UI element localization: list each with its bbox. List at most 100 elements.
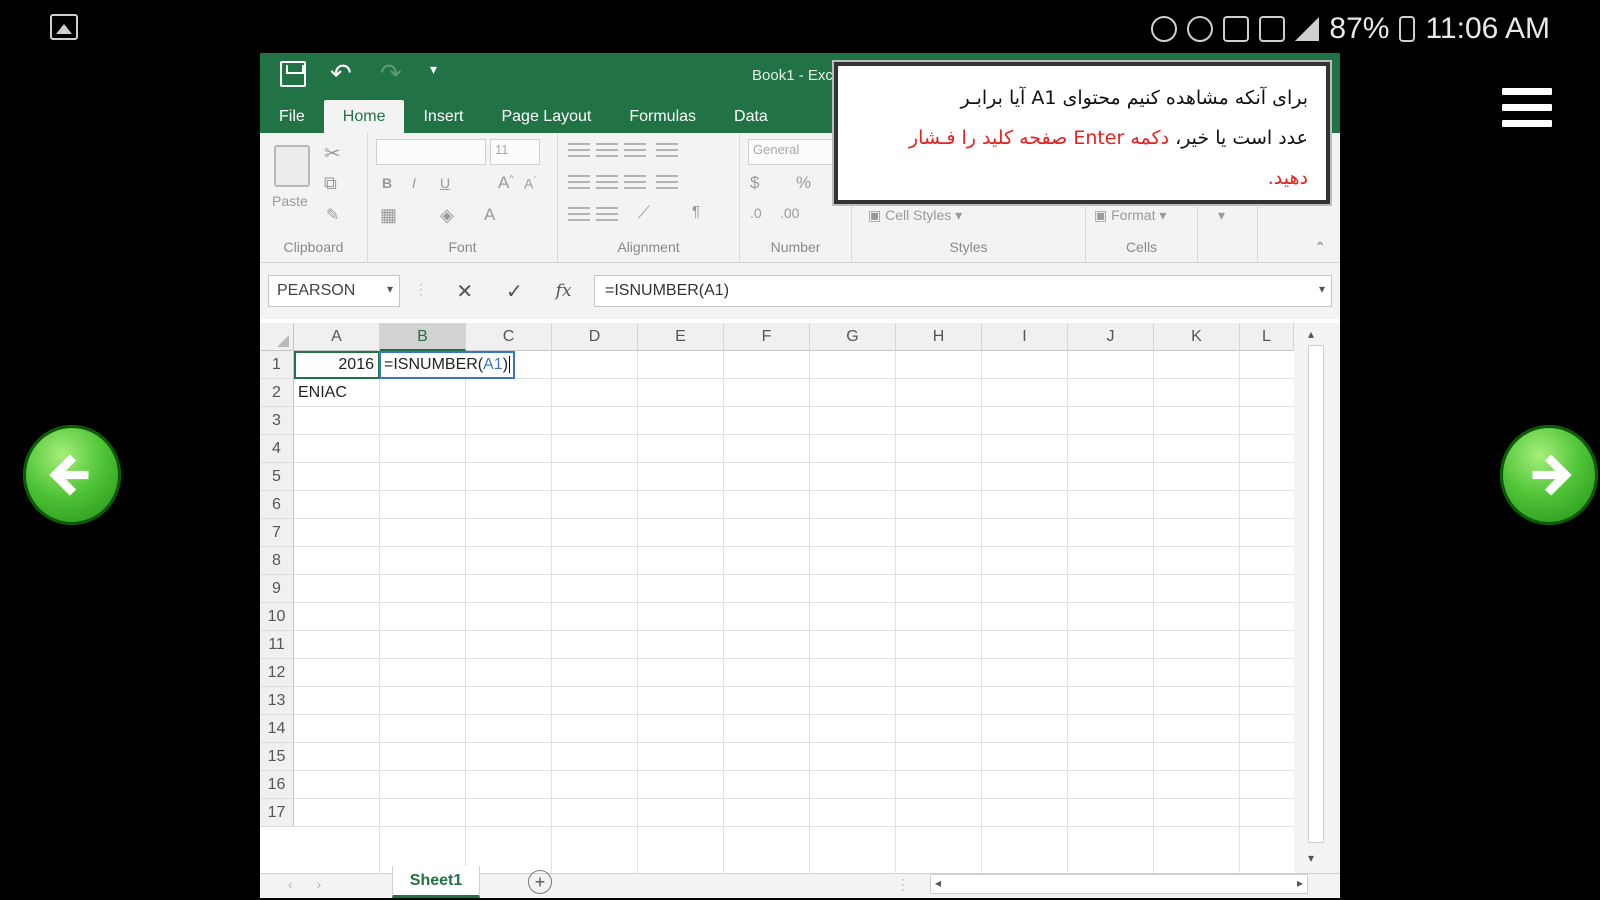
row-header-8[interactable]: 8 — [260, 547, 294, 575]
font-size-field[interactable]: 11 — [490, 139, 540, 165]
percent-style-button[interactable]: % — [796, 173, 811, 193]
expand-formula-bar-icon[interactable]: ▾ — [1319, 282, 1325, 296]
cancel-icon[interactable]: ✕ — [456, 279, 473, 304]
format-button[interactable]: ▣ Format ▾ — [1094, 207, 1166, 224]
enter-icon[interactable]: ✓ — [506, 279, 523, 304]
paste-icon[interactable] — [274, 145, 310, 187]
scroll-down-icon[interactable]: ▾ — [1308, 851, 1314, 865]
row-header-6[interactable]: 6 — [260, 491, 294, 519]
row-header-11[interactable]: 11 — [260, 631, 294, 659]
format-painter-icon[interactable]: ✎ — [326, 205, 339, 225]
row-header-16[interactable]: 16 — [260, 771, 294, 799]
copy-icon[interactable]: ⧉ — [324, 173, 337, 194]
column-header-h[interactable]: H — [896, 323, 982, 351]
merge-cells-icon[interactable] — [656, 175, 678, 189]
column-header-e[interactable]: E — [638, 323, 724, 351]
tab-insert[interactable]: Insert — [404, 100, 482, 133]
tab-formulas[interactable]: Formulas — [610, 100, 715, 133]
previous-arrow-icon[interactable] — [23, 425, 121, 525]
shrink-font-icon[interactable]: Aˇ — [524, 175, 536, 192]
column-header-g[interactable]: G — [810, 323, 896, 351]
font-color-icon[interactable]: A — [484, 205, 495, 225]
sheet-tab-sheet1[interactable]: Sheet1 — [392, 866, 480, 898]
tab-splitter-icon[interactable]: ⋮ — [896, 876, 910, 893]
name-box[interactable]: PEARSON ▾ — [268, 275, 400, 307]
vertical-scrollbar[interactable]: ▴ ▾ — [1294, 323, 1340, 873]
row-header-17[interactable]: 17 — [260, 799, 294, 827]
cell-a1[interactable]: 2016 — [294, 351, 380, 379]
align-right-icon[interactable] — [624, 175, 646, 189]
tab-file[interactable]: File — [260, 100, 324, 133]
row-header-3[interactable]: 3 — [260, 407, 294, 435]
top-align-icon[interactable] — [568, 143, 590, 157]
editing-dropdown-icon[interactable]: ▾ — [1218, 207, 1225, 224]
column-header-l[interactable]: L — [1240, 323, 1294, 351]
name-box-dropdown-icon[interactable]: ▾ — [387, 282, 393, 296]
orientation-icon[interactable]: ⟋ — [638, 203, 650, 223]
decrease-decimal-icon[interactable]: .00 — [780, 205, 799, 221]
redo-icon[interactable] — [380, 61, 406, 87]
column-header-c[interactable]: C — [466, 323, 552, 351]
wrap-text-icon[interactable] — [656, 143, 678, 157]
undo-icon[interactable] — [330, 61, 356, 87]
worksheet-grid[interactable]: A B C D E F G H I J K L 1 2 3 4 5 6 7 8 9 10 11 12 1… — [260, 323, 1326, 873]
column-header-i[interactable]: I — [982, 323, 1068, 351]
formula-bar[interactable]: =ISNUMBER(A1) ▾ — [594, 275, 1332, 307]
font-name-field[interactable] — [376, 139, 486, 165]
column-header-b[interactable]: B — [380, 323, 466, 351]
bottom-align-icon[interactable] — [624, 143, 646, 157]
bold-button[interactable]: B — [382, 175, 392, 191]
save-icon[interactable] — [280, 61, 306, 87]
hamburger-menu-icon[interactable] — [1502, 88, 1552, 128]
column-header-a[interactable]: A — [294, 323, 380, 351]
row-header-13[interactable]: 13 — [260, 687, 294, 715]
scroll-left-icon[interactable]: ◂ — [935, 876, 941, 890]
cell-a2[interactable]: ENIAC — [298, 379, 347, 407]
cell-b1[interactable]: =ISNUMBER(A1) — [379, 351, 515, 379]
scroll-right-icon[interactable]: ▸ — [1297, 876, 1303, 890]
number-format-field[interactable]: General — [748, 139, 844, 165]
fill-color-icon[interactable]: ◈ — [440, 205, 454, 226]
borders-icon[interactable]: ▦ — [380, 205, 397, 226]
horizontal-scrollbar[interactable]: ◂ ▸ — [930, 874, 1308, 894]
customize-toolbar-icon[interactable] — [430, 61, 456, 87]
select-all-icon[interactable] — [260, 323, 294, 351]
column-header-k[interactable]: K — [1154, 323, 1240, 351]
text-direction-icon[interactable]: ¶ — [692, 203, 700, 220]
align-left-icon[interactable] — [568, 175, 590, 189]
italic-button[interactable]: I — [412, 175, 416, 191]
underline-button[interactable]: U — [440, 175, 450, 191]
cell-styles-button[interactable]: ▣ Cell Styles ▾ — [868, 207, 962, 224]
decrease-indent-icon[interactable] — [568, 207, 590, 221]
vertical-scroll-track[interactable] — [1308, 345, 1324, 843]
row-header-5[interactable]: 5 — [260, 463, 294, 491]
tab-home[interactable]: Home — [323, 100, 405, 133]
row-header-9[interactable]: 9 — [260, 575, 294, 603]
column-header-j[interactable]: J — [1068, 323, 1154, 351]
add-sheet-icon[interactable]: + — [528, 870, 552, 894]
scroll-up-icon[interactable]: ▴ — [1308, 327, 1314, 341]
row-header-12[interactable]: 12 — [260, 659, 294, 687]
insert-function-icon[interactable]: fx — [556, 281, 572, 301]
increase-decimal-icon[interactable]: .0 — [750, 205, 762, 221]
row-header-7[interactable]: 7 — [260, 519, 294, 547]
grow-font-icon[interactable]: A^ — [498, 173, 514, 193]
row-header-14[interactable]: 14 — [260, 715, 294, 743]
sheet-nav-arrows-icon[interactable]: ‹› — [288, 876, 345, 892]
column-header-f[interactable]: F — [724, 323, 810, 351]
row-header-2[interactable]: 2 — [260, 379, 294, 407]
middle-align-icon[interactable] — [596, 143, 618, 157]
tab-data[interactable]: Data — [715, 100, 787, 133]
increase-indent-icon[interactable] — [596, 207, 618, 221]
cut-icon[interactable]: ✂ — [324, 141, 341, 166]
next-arrow-icon[interactable] — [1500, 425, 1598, 525]
row-header-4[interactable]: 4 — [260, 435, 294, 463]
align-center-icon[interactable] — [596, 175, 618, 189]
row-header-15[interactable]: 15 — [260, 743, 294, 771]
tab-page-layout[interactable]: Page Layout — [482, 100, 610, 133]
accounting-format-icon[interactable]: $ — [750, 173, 759, 193]
row-header-1[interactable]: 1 — [260, 351, 294, 379]
column-header-d[interactable]: D — [552, 323, 638, 351]
row-header-10[interactable]: 10 — [260, 603, 294, 631]
collapse-ribbon-icon[interactable]: ⌃ — [1314, 239, 1326, 256]
